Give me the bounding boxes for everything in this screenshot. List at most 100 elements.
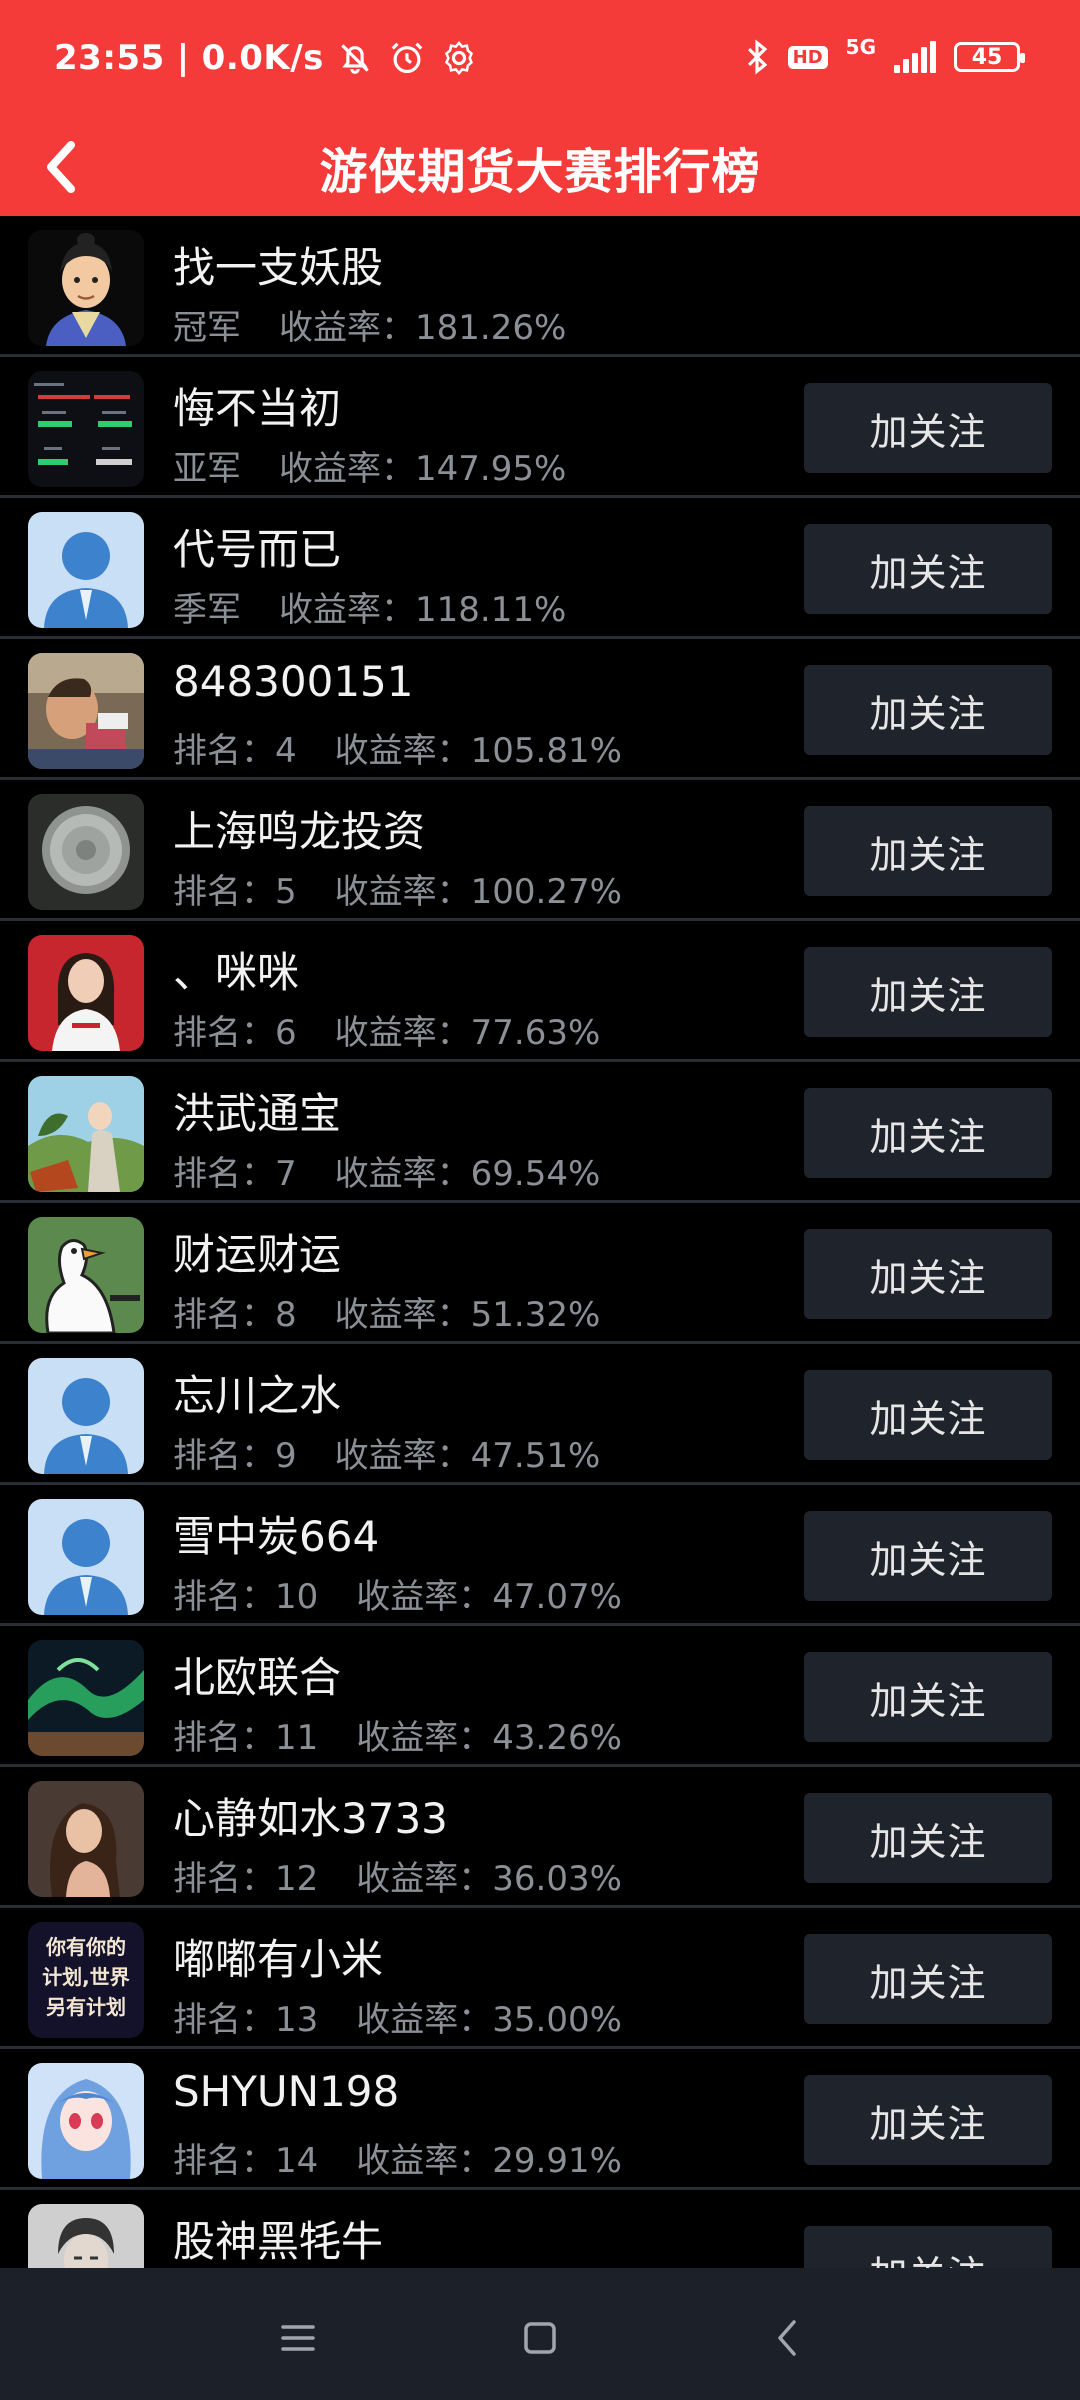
status-speed: 0.0K/s	[201, 38, 324, 78]
list-item[interactable]: 848300151 排名：4 收益率：105.81% 加关注	[0, 639, 1080, 780]
rank-label: 冠军	[173, 308, 241, 348]
yield-value: 69.54%	[470, 1154, 601, 1194]
yield-label: 收益率：	[279, 308, 415, 348]
page-title: 游侠期货大赛排行榜	[319, 144, 761, 200]
avatar[interactable]	[28, 512, 144, 628]
follow-button[interactable]: 加关注	[804, 1511, 1052, 1601]
yield-value: 43.26%	[492, 1718, 622, 1758]
avatar[interactable]	[28, 935, 144, 1051]
yield-label: 收益率：	[356, 1577, 493, 1617]
list-item[interactable]: SHYUN198 排名：14 收益率：29.91% 加关注	[0, 2049, 1080, 2190]
follow-button[interactable]: 加关注	[804, 2226, 1052, 2268]
leaderboard-list[interactable]: 找一支妖股 冠军 收益率：181.26% 悔不当初 亚军 收益率：147.95% 加…	[0, 216, 1080, 2268]
rank-label: 排名：14	[173, 2141, 319, 2181]
home-button[interactable]	[510, 2308, 570, 2368]
avatar[interactable]	[28, 653, 144, 769]
avatar[interactable]	[28, 1076, 144, 1192]
list-item[interactable]: 雪中炭664 排名：10 收益率：47.07% 加关注	[0, 1485, 1080, 1626]
avatar[interactable]: 你有你的 计划,世界 另有计划	[28, 1922, 144, 2038]
follow-button[interactable]: 加关注	[804, 524, 1052, 614]
list-item[interactable]: 、咪咪 排名：6 收益率：77.63% 加关注	[0, 921, 1080, 1062]
rank-label: 排名：8	[173, 1295, 297, 1335]
back-nav-button[interactable]	[756, 2308, 816, 2368]
user-name: 财运财运	[173, 1230, 342, 1279]
yield-label: 收益率：	[279, 449, 415, 489]
yield-label: 收益率：	[334, 1295, 471, 1335]
status-icons-left	[336, 39, 478, 77]
list-item[interactable]: 你有你的 计划,世界 另有计划 嘟嘟有小米 排名：13 收益率：35.00% 加关…	[0, 1908, 1080, 2049]
follow-button[interactable]: 加关注	[804, 1934, 1052, 2024]
photo-woman-avatar-icon	[28, 935, 144, 1051]
battery-icon: 45	[954, 42, 1025, 72]
follow-button[interactable]: 加关注	[804, 383, 1052, 473]
yield-value: 47.07%	[492, 1577, 622, 1617]
list-item[interactable]: 心静如水3733 排名：12 收益率：36.03% 加关注	[0, 1767, 1080, 1908]
avatar[interactable]	[28, 371, 144, 487]
system-nav-bar	[0, 2268, 1080, 2400]
default-user-avatar-icon	[28, 1499, 144, 1615]
avatar[interactable]	[28, 1358, 144, 1474]
status-time: 23:55	[54, 38, 165, 78]
follow-button[interactable]: 加关注	[804, 1229, 1052, 1319]
bluetooth-icon	[747, 39, 767, 75]
chevron-left-icon	[47, 141, 75, 193]
list-item[interactable]: 洪武通宝 排名：7 收益率：69.54% 加关注	[0, 1062, 1080, 1203]
yield-label: 收益率：	[334, 1013, 471, 1053]
menu-button[interactable]	[268, 2308, 328, 2368]
avatar[interactable]	[28, 1217, 144, 1333]
rank-line: 排名：14 收益率：29.91%	[173, 2133, 622, 2182]
follow-button[interactable]: 加关注	[804, 1652, 1052, 1742]
rank-line: 排名：7 收益率：69.54%	[173, 1146, 600, 1195]
hd-badge: HD	[787, 45, 828, 69]
user-name: SHYUN198	[173, 2067, 400, 2116]
avatar[interactable]	[28, 2204, 144, 2268]
default-user-avatar-icon	[28, 512, 144, 628]
list-item[interactable]: 代号而已 季军 收益率：118.11% 加关注	[0, 498, 1080, 639]
list-item[interactable]: 找一支妖股 冠军 收益率：181.26%	[0, 216, 1080, 357]
yield-value: 181.26%	[415, 308, 567, 348]
list-item[interactable]: 忘川之水 排名：9 收益率：47.51% 加关注	[0, 1344, 1080, 1485]
rank-line: 排名：5 收益率：100.27%	[173, 864, 622, 913]
follow-button[interactable]: 加关注	[804, 806, 1052, 896]
avatar[interactable]	[28, 2063, 144, 2179]
yield-value: 147.95%	[415, 449, 567, 489]
network-type: 5G	[845, 35, 876, 59]
back-button[interactable]	[26, 132, 96, 202]
list-item[interactable]: 财运财运 排名：8 收益率：51.32% 加关注	[0, 1203, 1080, 1344]
list-item[interactable]: 上海鸣龙投资 排名：5 收益率：100.27% 加关注	[0, 780, 1080, 921]
menu-icon	[281, 2325, 315, 2351]
user-name: 洪武通宝	[173, 1089, 342, 1138]
user-name: 忘川之水	[173, 1371, 342, 1420]
follow-button[interactable]: 加关注	[804, 2075, 1052, 2165]
follow-button[interactable]: 加关注	[804, 1370, 1052, 1460]
status-bar: 23:55 | 0.0K/s HD 5G 45	[0, 0, 1080, 120]
rank-line: 排名：9 收益率：47.51%	[173, 1428, 600, 1477]
list-item[interactable]: 股神黑牦牛 加关注	[0, 2190, 1080, 2268]
yield-value: 118.11%	[415, 590, 567, 630]
yield-label: 收益率：	[356, 1718, 493, 1758]
avatar[interactable]	[28, 1499, 144, 1615]
follow-button[interactable]: 加关注	[804, 947, 1052, 1037]
rank-label: 排名：11	[173, 1718, 319, 1758]
user-name: 雪中炭664	[173, 1512, 380, 1561]
avatar[interactable]	[28, 230, 144, 346]
user-name: 北欧联合	[173, 1653, 342, 1702]
yield-value: 100.27%	[470, 872, 622, 912]
list-item[interactable]: 悔不当初 亚军 收益率：147.95% 加关注	[0, 357, 1080, 498]
settings-gear-icon	[444, 41, 473, 75]
follow-button[interactable]: 加关注	[804, 665, 1052, 755]
avatar[interactable]	[28, 1640, 144, 1756]
user-name: 悔不当初	[173, 384, 342, 433]
follow-button[interactable]: 加关注	[804, 1793, 1052, 1883]
avatar[interactable]	[28, 1781, 144, 1897]
user-name: 找一支妖股	[173, 243, 384, 292]
home-square-icon	[524, 2322, 556, 2354]
list-item[interactable]: 北欧联合 排名：11 收益率：43.26% 加关注	[0, 1626, 1080, 1767]
yield-value: 36.03%	[492, 1859, 622, 1899]
user-name: 心静如水3733	[173, 1794, 448, 1843]
rank-label: 排名：9	[173, 1436, 297, 1476]
avatar[interactable]	[28, 794, 144, 910]
follow-button[interactable]: 加关注	[804, 1088, 1052, 1178]
rank-line: 排名：13 收益率：35.00%	[173, 1992, 622, 2041]
rank-label: 排名：10	[173, 1577, 319, 1617]
